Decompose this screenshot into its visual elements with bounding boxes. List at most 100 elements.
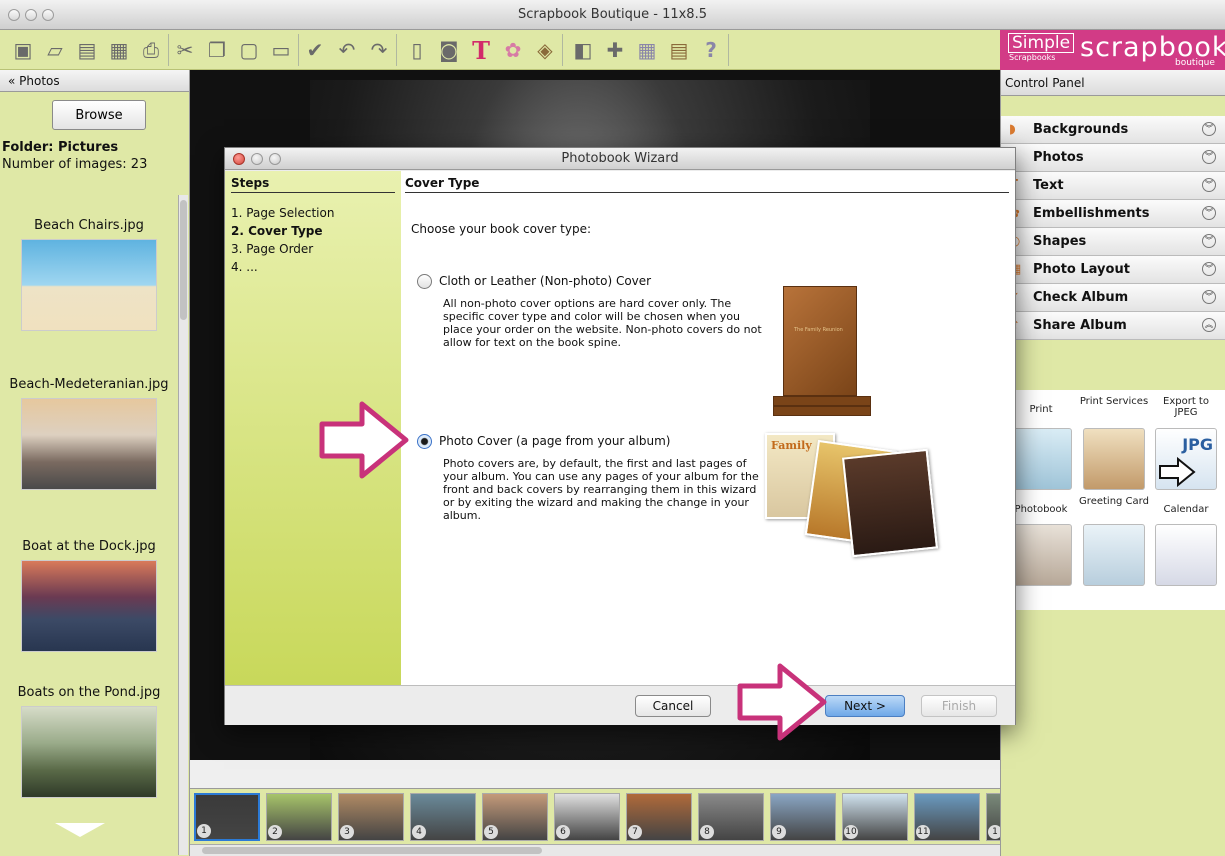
text-tool-icon[interactable]: T xyxy=(466,34,496,66)
layer-icon[interactable]: ◧ xyxy=(568,34,598,66)
undo-icon[interactable]: ↶ xyxy=(332,34,362,66)
photobook-icon[interactable] xyxy=(1010,524,1072,586)
chevron-down-icon[interactable]: ︾ xyxy=(1202,234,1216,248)
photo-thumbnail-image[interactable] xyxy=(21,239,157,331)
copy-icon[interactable]: ❐ xyxy=(202,34,232,66)
align-icon[interactable]: ✚ xyxy=(600,34,630,66)
redo-icon[interactable]: ↷ xyxy=(364,34,394,66)
page-number-badge: 6 xyxy=(556,825,570,839)
filmstrip-scrollbar[interactable] xyxy=(190,844,1000,856)
dialog-close-button[interactable] xyxy=(233,153,245,165)
photo-thumbnail-image[interactable] xyxy=(21,706,157,798)
photo-cover-radio[interactable] xyxy=(417,434,432,449)
save-icon[interactable]: ▤ xyxy=(72,34,102,66)
brand-boutique: boutique xyxy=(1175,58,1215,68)
control-panel-item-label: Text xyxy=(1033,178,1064,193)
pointer-arrow-icon xyxy=(737,663,827,741)
filmstrip-page-thumbnail[interactable]: 11 xyxy=(914,793,980,841)
control-panel-item-photo-layout[interactable]: ▦Photo Layout︾ xyxy=(1001,256,1225,284)
photo-thumbnail-item[interactable]: Boat at the Dock.jpg xyxy=(0,539,178,652)
filmstrip-page-thumbnail[interactable]: 1 xyxy=(194,793,260,841)
photo-thumbnail-image[interactable] xyxy=(21,398,157,490)
filmstrip-page-thumbnail[interactable]: 2 xyxy=(266,793,332,841)
next-button[interactable]: Next > xyxy=(825,695,905,717)
new-page-icon[interactable]: ▯ xyxy=(402,34,432,66)
dialog-title: Photobook Wizard xyxy=(561,151,679,166)
scroll-down-arrow-icon[interactable] xyxy=(55,823,105,837)
filmstrip-page-thumbnail[interactable]: 8 xyxy=(698,793,764,841)
control-panel-item-shapes[interactable]: ◐Shapes︾ xyxy=(1001,228,1225,256)
chevron-up-icon[interactable]: ︽ xyxy=(1202,318,1216,332)
greeting-card-icon[interactable] xyxy=(1083,524,1145,586)
camera-icon[interactable]: ◙ xyxy=(434,34,464,66)
spell-check-icon[interactable]: ✔ xyxy=(300,34,330,66)
photo-cover-label[interactable]: Photo Cover (a page from your album) xyxy=(439,434,670,448)
browse-button[interactable]: Browse xyxy=(52,100,146,130)
filmstrip-page-thumbnail[interactable]: 5 xyxy=(482,793,548,841)
chevron-down-icon[interactable]: ︾ xyxy=(1202,150,1216,164)
filmstrip-page-thumbnail[interactable]: 10 xyxy=(842,793,908,841)
cancel-button[interactable]: Cancel xyxy=(635,695,711,717)
steps-header: Steps xyxy=(231,176,395,193)
chevron-down-icon[interactable]: ︾ xyxy=(1202,122,1216,136)
photo-thumbnail-item[interactable]: Beach-Medeteranian.jpg xyxy=(0,377,178,490)
cut-icon[interactable]: ✂ xyxy=(170,34,200,66)
chevron-down-icon[interactable]: ︾ xyxy=(1202,178,1216,192)
book-stack-layer xyxy=(773,396,871,406)
filmstrip-page-thumbnail[interactable]: 9 xyxy=(770,793,836,841)
family-text: Family xyxy=(771,439,812,452)
calendar-icon[interactable] xyxy=(1155,524,1217,586)
open-folder-icon[interactable]: ▱ xyxy=(40,34,70,66)
print-icon[interactable] xyxy=(1010,428,1072,490)
export-icon[interactable]: ▦ xyxy=(104,34,134,66)
dialog-zoom-button[interactable] xyxy=(269,153,281,165)
dialog-window-controls[interactable] xyxy=(233,153,281,165)
dialog-minimize-button[interactable] xyxy=(251,153,263,165)
help-icon[interactable]: ? xyxy=(696,34,726,66)
control-panel-item-label: Photos xyxy=(1033,150,1084,165)
grid-icon[interactable]: ▦ xyxy=(632,34,662,66)
photo-thumbnail-item[interactable]: Boats on the Pond.jpg xyxy=(0,685,178,798)
photo-thumbnail-image[interactable] xyxy=(21,560,157,652)
chevron-down-icon[interactable]: ︾ xyxy=(1202,262,1216,276)
page-number-badge: 1 xyxy=(197,824,211,838)
photo-thumbnail-label: Beach-Medeteranian.jpg xyxy=(9,377,169,392)
filmstrip-scrollbar-thumb[interactable] xyxy=(202,847,542,854)
toolbar-group-arrange: ◧ ✚ ▦ ▤ ? xyxy=(566,34,729,66)
chevron-down-icon[interactable]: ︾ xyxy=(1202,290,1216,304)
filmstrip-page-thumbnail[interactable]: 3 xyxy=(338,793,404,841)
photos-scrollbar[interactable] xyxy=(178,195,188,855)
control-panel: Control Panel ◗Backgrounds︾◗Photos︾TText… xyxy=(1000,70,1225,856)
export-jpeg-icon[interactable]: JPG xyxy=(1155,428,1217,490)
photos-panel-header[interactable]: « Photos xyxy=(0,70,189,92)
control-panel-item-photos[interactable]: ◗Photos︾ xyxy=(1001,144,1225,172)
clipboard-icon[interactable]: ▭ xyxy=(266,34,296,66)
print-services-icon[interactable] xyxy=(1083,428,1145,490)
control-panel-item-share-album[interactable]: ⇪Share Album︽ xyxy=(1001,312,1225,340)
finish-button[interactable]: Finish xyxy=(921,695,997,717)
filmstrip-page-thumbnail[interactable]: 6 xyxy=(554,793,620,841)
control-panel-item-backgrounds[interactable]: ◗ Backgrounds ︾ xyxy=(1001,116,1225,144)
control-panel-item-text[interactable]: TText︾ xyxy=(1001,172,1225,200)
paste-icon[interactable]: ▢ xyxy=(234,34,264,66)
brand-logo: Simple Scrapbooks scrapbook boutique xyxy=(1000,30,1225,70)
photos-scrollbar-thumb[interactable] xyxy=(180,200,187,320)
filmstrip-page-thumbnail[interactable]: 7 xyxy=(626,793,692,841)
new-album-icon[interactable]: ▣ xyxy=(8,34,38,66)
folder-label: Folder: Pictures xyxy=(2,140,119,155)
shape-tool-icon[interactable]: ◈ xyxy=(530,34,560,66)
cloth-cover-label[interactable]: Cloth or Leather (Non-photo) Cover xyxy=(439,274,651,288)
print-icon[interactable]: ⎙ xyxy=(136,34,166,66)
layout-icon[interactable]: ▤ xyxy=(664,34,694,66)
book-stack-layer xyxy=(773,406,871,416)
filmstrip-page-thumbnail[interactable]: 4 xyxy=(410,793,476,841)
control-panel-item-embellishments[interactable]: ✿Embellishments︾ xyxy=(1001,200,1225,228)
window-title: Scrapbook Boutique - 11x8.5 xyxy=(518,7,707,22)
chevron-down-icon[interactable]: ︾ xyxy=(1202,206,1216,220)
step-item-current: 2. Cover Type xyxy=(231,224,323,238)
share-photobook-label: Photobook xyxy=(1014,504,1068,515)
control-panel-item-check-album[interactable]: ✓Check Album︾ xyxy=(1001,284,1225,312)
photo-thumbnail-item[interactable]: Beach Chairs.jpg xyxy=(0,218,178,331)
cloth-cover-radio[interactable] xyxy=(417,274,432,289)
embellishment-icon[interactable]: ✿ xyxy=(498,34,528,66)
